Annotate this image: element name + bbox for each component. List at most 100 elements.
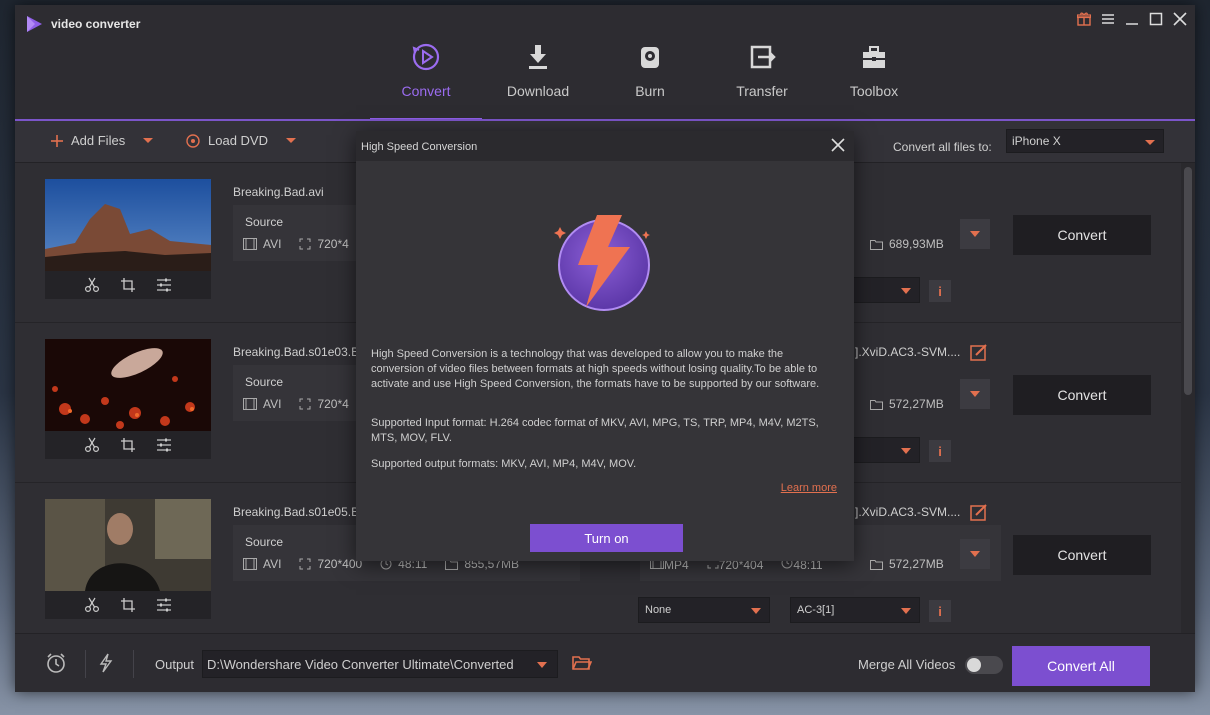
- convert-all-to-label: Convert all files to:: [893, 140, 992, 154]
- close-icon[interactable]: [1173, 12, 1187, 26]
- tab-toolbox[interactable]: Toolbox: [818, 37, 930, 121]
- resolution-icon: [299, 398, 311, 410]
- thumbnail-tools: [45, 591, 211, 619]
- lightning-bolt-icon: [554, 215, 650, 311]
- video-thumbnail[interactable]: [45, 499, 211, 591]
- merge-all-videos-toggle[interactable]: [965, 656, 1003, 674]
- output-file-name: ].XviD.AC3.-SVM....: [855, 505, 961, 519]
- source-meta: AVI 720*4: [243, 397, 349, 411]
- add-files-label: Add Files: [71, 133, 126, 148]
- convert-button[interactable]: Convert: [1013, 215, 1151, 255]
- crop-icon[interactable]: [120, 437, 136, 453]
- download-icon: [522, 41, 554, 73]
- convert-button[interactable]: Convert: [1013, 535, 1151, 575]
- info-button[interactable]: i: [929, 600, 951, 622]
- lightning-icon[interactable]: [95, 652, 117, 674]
- video-thumbnail[interactable]: [45, 339, 211, 431]
- chevron-down-icon: [970, 391, 980, 397]
- output-size: 572,27MB: [870, 397, 944, 411]
- audio-select[interactable]: AC-3[1]: [790, 597, 920, 623]
- video-thumbnail[interactable]: [45, 179, 211, 271]
- tab-download-label: Download: [506, 83, 570, 99]
- output-options-button[interactable]: [960, 539, 990, 569]
- tab-download[interactable]: Download: [482, 37, 594, 121]
- resolution-icon: [299, 238, 311, 250]
- source-resolution: 720*400: [299, 557, 362, 571]
- folder-icon: [870, 399, 883, 410]
- source-format: AVI: [243, 397, 281, 411]
- learn-more-link[interactable]: Learn more: [781, 482, 837, 494]
- load-dvd-button[interactable]: Load DVD: [186, 133, 296, 148]
- source-label: Source: [245, 215, 284, 229]
- source-format-value: AVI: [263, 397, 282, 411]
- add-files-caret-icon[interactable]: [143, 138, 154, 143]
- list-scrollbar[interactable]: [1181, 163, 1195, 633]
- subtitle-value: None: [645, 604, 672, 616]
- chevron-down-icon: [751, 608, 761, 614]
- crop-icon[interactable]: [120, 597, 136, 613]
- high-speed-conversion-dialog: High Speed Conversion High Speed Convers…: [356, 131, 854, 561]
- edit-icon[interactable]: [970, 503, 988, 521]
- scissors-icon[interactable]: [84, 597, 100, 613]
- chevron-down-icon: [901, 448, 911, 454]
- output-size: 572,27MB: [870, 557, 944, 571]
- dialog-description: High Speed Conversion is a technology th…: [371, 348, 820, 390]
- tab-transfer[interactable]: Transfer: [706, 37, 818, 121]
- output-size-value: 689,93MB: [889, 237, 944, 251]
- adjust-icon[interactable]: [156, 597, 172, 613]
- maximize-icon[interactable]: [1149, 12, 1163, 26]
- dialog-close-icon[interactable]: [830, 137, 846, 153]
- tab-convert[interactable]: Convert: [370, 37, 482, 121]
- output-path-value: D:\Wondershare Video Converter Ultimate\…: [207, 657, 514, 672]
- toggle-knob: [967, 658, 981, 672]
- gift-icon[interactable]: [1077, 12, 1091, 26]
- scissors-icon[interactable]: [84, 437, 100, 453]
- target-format-select[interactable]: iPhone X: [1006, 129, 1164, 153]
- chevron-down-icon: [970, 551, 980, 557]
- tab-convert-label: Convert: [401, 83, 451, 99]
- output-options-button[interactable]: [960, 219, 990, 249]
- open-folder-icon[interactable]: [572, 654, 592, 672]
- thumbnail-tools: [45, 431, 211, 459]
- scroll-thumb[interactable]: [1184, 167, 1192, 395]
- menu-icon[interactable]: [1101, 12, 1115, 26]
- audio-value: AC-3[1]: [797, 604, 835, 616]
- edit-icon[interactable]: [970, 343, 988, 361]
- tab-toolbox-label: Toolbox: [849, 83, 899, 99]
- film-icon: [243, 558, 257, 570]
- output-options-button[interactable]: [960, 379, 990, 409]
- add-files-button[interactable]: Add Files: [51, 133, 154, 148]
- source-format-value: AVI: [263, 557, 282, 571]
- chevron-down-icon: [901, 288, 911, 294]
- folder-icon: [870, 239, 883, 250]
- info-button[interactable]: i: [929, 440, 951, 462]
- source-resolution: 720*4: [299, 397, 349, 411]
- turn-on-button[interactable]: Turn on: [530, 524, 683, 552]
- alarm-clock-icon[interactable]: [45, 652, 67, 674]
- transfer-icon: [746, 41, 778, 73]
- source-label: Source: [245, 375, 284, 389]
- folder-icon: [870, 559, 883, 570]
- dialog-output-formats: Supported output formats: MKV, AVI, MP4,…: [371, 458, 637, 470]
- dialog-title-bar: High Speed Conversion: [356, 131, 854, 161]
- subtitle-select[interactable]: None: [638, 597, 770, 623]
- convert-icon: [410, 41, 442, 73]
- load-dvd-caret-icon[interactable]: [285, 138, 296, 143]
- tab-burn[interactable]: Burn: [594, 37, 706, 121]
- thumbnail-tools: [45, 271, 211, 299]
- convert-button[interactable]: Convert: [1013, 375, 1151, 415]
- info-button[interactable]: i: [929, 280, 951, 302]
- crop-icon[interactable]: [120, 277, 136, 293]
- minimize-icon[interactable]: [1125, 12, 1139, 26]
- output-path-select[interactable]: D:\Wondershare Video Converter Ultimate\…: [202, 650, 558, 678]
- convert-all-button[interactable]: Convert All: [1012, 646, 1150, 686]
- scissors-icon[interactable]: [84, 277, 100, 293]
- adjust-icon[interactable]: [156, 277, 172, 293]
- file-name: Breaking.Bad.s01e03.BD: [233, 345, 368, 359]
- adjust-icon[interactable]: [156, 437, 172, 453]
- chevron-down-icon: [1145, 140, 1155, 145]
- film-icon: [243, 238, 257, 250]
- app-window: video converter Convert Download Burn Tr…: [15, 5, 1195, 692]
- divider: [85, 650, 86, 678]
- chevron-down-icon: [901, 608, 911, 614]
